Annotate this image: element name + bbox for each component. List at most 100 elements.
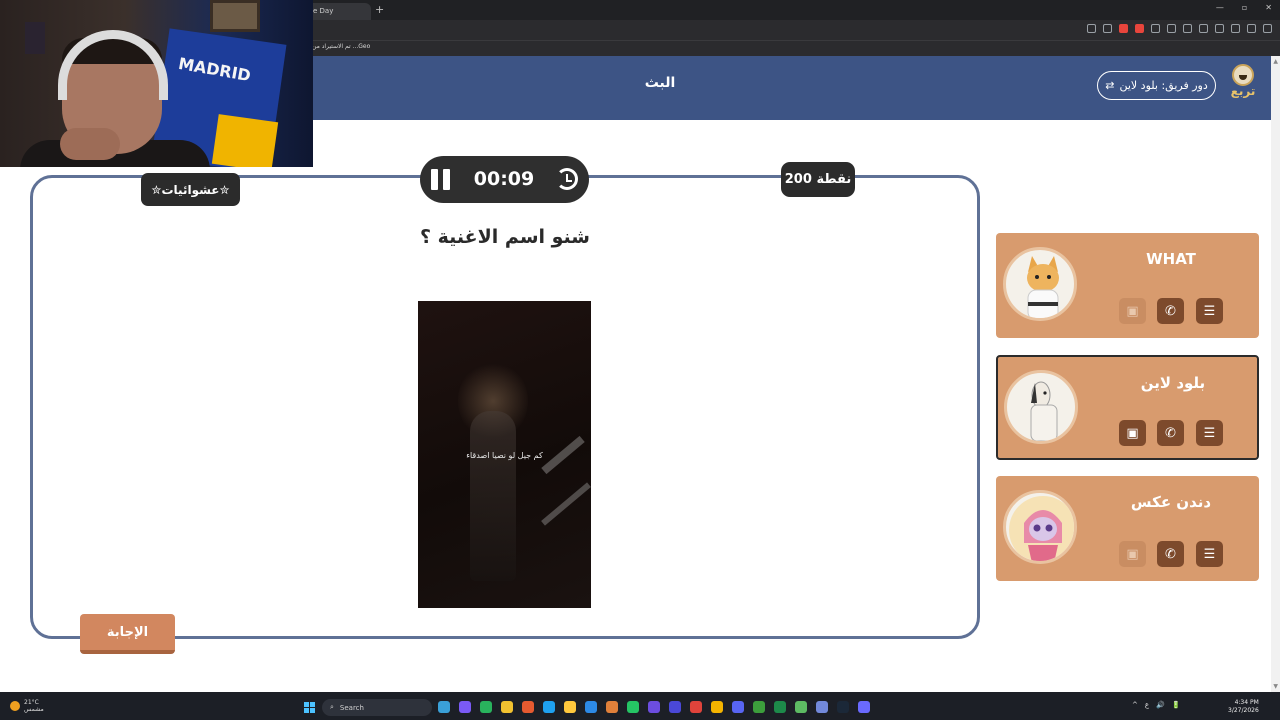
double-points-icon[interactable]: ▣	[1119, 420, 1146, 446]
taskbar-search[interactable]: ⌕ Search	[322, 699, 432, 716]
extension-icon[interactable]	[1215, 24, 1224, 33]
question-text: شنو اسم الاغنية ؟	[420, 226, 590, 248]
clock-time: 4:34 PM	[1234, 699, 1259, 706]
horse-avatar	[1004, 370, 1078, 444]
search-icon: ⌕	[330, 703, 334, 711]
list-icon[interactable]: ☰	[1196, 420, 1223, 446]
webcam-scarf-stripe	[211, 114, 279, 167]
taskbar-apps	[438, 701, 870, 713]
list-icon[interactable]: ☰	[1196, 541, 1223, 567]
scroll-up-icon[interactable]: ▲	[1273, 58, 1278, 65]
phone-icon[interactable]: ✆	[1157, 298, 1184, 324]
extension-icon[interactable]	[1103, 24, 1112, 33]
app-icon[interactable]	[795, 701, 807, 713]
logo-mascot-icon	[1232, 64, 1254, 86]
weather-temp: 21°C	[24, 699, 39, 706]
phone-icon[interactable]: ✆	[1157, 541, 1184, 567]
double-points-icon[interactable]: ▣	[1119, 541, 1146, 567]
webcam-wall-frame	[210, 0, 260, 32]
extension-icon[interactable]	[1119, 24, 1128, 33]
sun-icon	[10, 701, 20, 711]
site-logo[interactable]: تربع	[1228, 64, 1258, 106]
question-video[interactable]: كم جيل لو نصيا اصدقاء	[418, 301, 591, 608]
extension-icon[interactable]	[1135, 24, 1144, 33]
weather-desc: مشمس	[24, 706, 44, 713]
cat-avatar	[1003, 247, 1077, 321]
app-icon[interactable]	[480, 701, 492, 713]
pause-icon[interactable]	[431, 169, 453, 190]
answer-button[interactable]: الإجابة	[80, 614, 175, 654]
app-icon[interactable]	[501, 701, 513, 713]
system-tray: ^ ع 🔊 🔋	[1132, 701, 1181, 709]
excel-icon[interactable]	[774, 701, 786, 713]
webcam-wall-poster	[25, 22, 45, 54]
app-icon[interactable]	[438, 701, 450, 713]
team-card-active: بلود لاين ▣ ✆ ☰	[996, 355, 1259, 460]
folder-icon[interactable]	[564, 701, 576, 713]
scrollbar[interactable]	[1271, 56, 1280, 692]
language-indicator[interactable]: ع	[1145, 701, 1149, 709]
app-icon[interactable]	[522, 701, 534, 713]
app-icon[interactable]	[459, 701, 471, 713]
extension-icon[interactable]	[1231, 24, 1240, 33]
extension-icon[interactable]	[1087, 24, 1096, 33]
app-icon[interactable]	[816, 701, 828, 713]
app-icon[interactable]	[648, 701, 660, 713]
clock-date: 3/27/2026	[1228, 707, 1259, 714]
window-controls: — ▫ ✕	[1216, 3, 1272, 12]
volume-icon[interactable]: 🔊	[1156, 701, 1165, 709]
steam-icon[interactable]	[837, 701, 849, 713]
discord-icon[interactable]	[732, 701, 744, 713]
phone-icon[interactable]: ✆	[1157, 420, 1184, 446]
logo-text: تربع	[1230, 84, 1256, 98]
maximize-icon[interactable]: ▫	[1242, 3, 1247, 12]
team-card: دندن عكس ▣ ✆ ☰	[996, 476, 1259, 581]
team-turn-button[interactable]: ⇄ دور فريق: بلود لاين	[1097, 71, 1216, 100]
tray-chevron-icon[interactable]: ^	[1132, 701, 1138, 709]
browser-tab[interactable]: e Day	[305, 3, 371, 20]
video-singer-figure	[470, 411, 516, 581]
double-points-icon[interactable]: ▣	[1119, 298, 1146, 324]
team-turn-label: دور فريق: بلود لاين	[1119, 79, 1208, 92]
app-icon[interactable]	[669, 701, 681, 713]
category-tag: ✮عشوائيات✮	[141, 173, 240, 206]
extension-icon[interactable]	[1247, 24, 1256, 33]
page-title: البث	[644, 75, 676, 91]
scroll-down-icon[interactable]: ▼	[1273, 683, 1278, 690]
whatsapp-icon[interactable]	[627, 701, 639, 713]
windows-start-icon[interactable]	[304, 702, 315, 713]
extension-icon[interactable]	[1199, 24, 1208, 33]
team-name: بلود لاين	[1140, 374, 1206, 392]
bookmark-item[interactable]: تم الاستيراد من ...Geo	[312, 43, 370, 50]
team-card: WHAT ▣ ✆ ☰	[996, 233, 1259, 338]
webcam-overlay: MADRID	[0, 0, 313, 167]
app-icon[interactable]	[606, 701, 618, 713]
weather-widget[interactable]: 21°C مشمس	[10, 699, 44, 713]
points-badge: 200 نقطة	[781, 162, 855, 197]
extension-icon[interactable]	[1167, 24, 1176, 33]
video-caption: كم جيل لو نصيا اصدقاء	[466, 451, 543, 460]
timer-display: 00:09	[473, 168, 535, 190]
taskbar-search-label: Search	[339, 703, 364, 712]
minimize-icon[interactable]: —	[1216, 3, 1224, 12]
close-icon[interactable]: ✕	[1265, 3, 1272, 12]
app-icon[interactable]	[753, 701, 765, 713]
extension-icon[interactable]	[1151, 24, 1160, 33]
team-name: دندن عكس	[1130, 493, 1212, 511]
brave-icon[interactable]	[690, 701, 702, 713]
team-name: WHAT	[1146, 250, 1196, 268]
taskbar-clock[interactable]: 4:34 PM 3/27/2026	[1228, 699, 1259, 715]
extension-icons	[1087, 24, 1272, 33]
shuffle-icon: ⇄	[1105, 79, 1115, 92]
extension-icon[interactable]	[1183, 24, 1192, 33]
reset-timer-icon[interactable]	[556, 168, 578, 190]
cat-girl-avatar	[1003, 490, 1077, 564]
app-icon[interactable]	[543, 701, 555, 713]
menu-icon[interactable]	[1263, 24, 1272, 33]
edge-icon[interactable]	[585, 701, 597, 713]
new-tab-button[interactable]: +	[375, 3, 384, 16]
app-icon[interactable]	[858, 701, 870, 713]
chrome-icon[interactable]	[711, 701, 723, 713]
battery-icon[interactable]: 🔋	[1172, 701, 1181, 709]
list-icon[interactable]: ☰	[1196, 298, 1223, 324]
